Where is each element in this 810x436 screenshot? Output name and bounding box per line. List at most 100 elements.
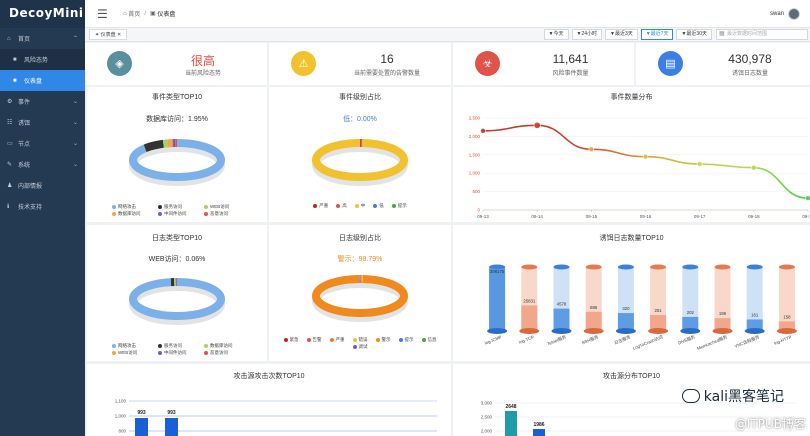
panel-title: 事件数量分布 xyxy=(610,94,653,101)
panel-title: 事件级别占比 xyxy=(339,94,381,101)
x-tick-label: 09-16 xyxy=(640,214,652,219)
legend-item[interactable]: 服务访问 xyxy=(158,204,196,210)
legend-item[interactable]: 提示 xyxy=(391,203,407,209)
filter-30d-button[interactable]: ▼最近30天 xyxy=(676,29,712,40)
legend-item[interactable]: 紧急 xyxy=(283,337,299,343)
legend-swatch xyxy=(313,204,318,208)
donut-center-label: 警示：98.79% xyxy=(337,256,383,263)
legend-item[interactable]: 中间件访问 xyxy=(158,211,196,217)
sidebar-item-system[interactable]: ✎ 系统 ⌄ xyxy=(0,154,85,175)
legend-item[interactable]: WEB访问 xyxy=(204,204,242,210)
donut-chart xyxy=(128,139,225,186)
sidebar-item-label: 仪表盘 xyxy=(24,79,43,85)
legend-swatch xyxy=(375,338,380,342)
legend-label: 服务访问 xyxy=(164,204,182,209)
breadcrumb-current: 仪表盘 xyxy=(157,12,176,18)
line-point xyxy=(805,195,810,202)
legend-item[interactable]: 严重 xyxy=(329,337,345,343)
panel-log-type: 日志类型TOP10 WEB访问：0.06% 网络攻击 服务访问 数据库访问 WEB访问… xyxy=(87,225,267,361)
chart-legend: 网络攻击 服务访问 WEB访问数据库访问 中间件访问 恶意访问 xyxy=(87,204,267,218)
legend-item[interactable]: 中 xyxy=(354,203,365,209)
wechat-icon xyxy=(681,389,700,403)
bar-base xyxy=(648,328,669,334)
sidebar-item-risk[interactable]: ■ 风险态势 xyxy=(0,49,85,70)
bar xyxy=(135,418,148,436)
stat-card-risk[interactable]: ◈ 很高 当前风险态势 xyxy=(85,43,267,85)
tab-bar: ✦ 仪表盘 ✕ ▼今天 ▼24小时 ▼最近3天 ▼最近7天 ▼最近30天 ▦ 最… xyxy=(85,28,810,42)
intel-icon: ♟ xyxy=(7,183,13,189)
panel-title: 日志类型TOP10 xyxy=(151,235,203,242)
bar-value-label: 320 xyxy=(622,306,630,311)
legend-item[interactable]: 严重 xyxy=(313,203,328,209)
stat-label: 当前需要处置的告警数量 xyxy=(353,71,420,77)
bar-value-label: 4578 xyxy=(557,302,567,307)
x-tick-label: 09-14 xyxy=(531,214,543,219)
legend-label: 数据库访问 xyxy=(118,211,141,216)
legend-item[interactable]: 数据库访问 xyxy=(204,343,242,349)
legend-swatch xyxy=(112,205,116,209)
legend-item[interactable]: 网络攻击 xyxy=(112,204,150,210)
legend-item[interactable]: 低 xyxy=(373,203,384,209)
stat-card-alert[interactable]: ⚠ 16 当前需要处置的告警数量 xyxy=(269,43,451,85)
bar-base xyxy=(712,328,733,334)
legend-label: 提示 xyxy=(397,203,407,208)
legend-item[interactable]: 信息 xyxy=(421,337,437,343)
app-logo[interactable]: DecoyMini xyxy=(0,0,85,28)
legend-swatch xyxy=(352,338,357,342)
watermark-text: kali黑客笔记 xyxy=(703,389,784,405)
menu-toggle-icon[interactable]: ☰ xyxy=(97,7,111,21)
sidebar-item-node[interactable]: ▭ 节点 ⌄ xyxy=(0,133,85,154)
sidebar-item-label: 首页 xyxy=(18,37,31,43)
bar-chart: 1,100 1,000 800 993 993 xyxy=(115,399,437,436)
user-menu[interactable]: swan xyxy=(770,8,800,20)
dashboard-icon: ▣ xyxy=(149,11,158,17)
x-tick-label: LogToCrash访问 xyxy=(632,333,664,351)
x-tick-label: 日志服务 xyxy=(613,333,632,346)
sidebar-item-dashboard[interactable]: ■ 仪表盘 xyxy=(0,70,85,91)
x-tick-label: SSH服务 xyxy=(581,333,600,346)
legend-item[interactable]: 高 xyxy=(336,203,347,209)
legend-item[interactable]: 服务访问 xyxy=(158,343,196,349)
sidebar-item-event[interactable]: ⚙ 事件 ⌄ xyxy=(0,91,85,112)
legend-item[interactable]: 恶意访问 xyxy=(204,211,242,217)
filter-24h-button[interactable]: ▼24小时 xyxy=(571,29,603,40)
sidebar-item-decoy[interactable]: ☷ 诱饵 ⌄ xyxy=(0,112,85,133)
filter-7d-button[interactable]: ▼最近7天 xyxy=(640,29,674,40)
legend-item[interactable]: 错误 xyxy=(352,337,368,343)
sidebar-item-intel[interactable]: ♟ 内部情报 xyxy=(0,175,85,196)
watermark-sub: @ITPUB博客 xyxy=(734,417,806,431)
stat-card-log[interactable]: ▤ 430,978 诱饵日志数量 xyxy=(636,43,810,85)
legend-swatch xyxy=(391,204,396,208)
tab-dashboard[interactable]: ✦ 仪表盘 ✕ xyxy=(89,29,128,40)
legend-item[interactable]: 提示 xyxy=(398,337,414,343)
legend-item[interactable]: 调试 xyxy=(352,344,368,350)
sidebar-item-label: 风险态势 xyxy=(24,58,49,64)
filter-3d-button[interactable]: ▼最近3天 xyxy=(605,29,638,40)
x-tick-label: log-TCP xyxy=(518,334,535,345)
legend-item[interactable]: WEB访问 xyxy=(112,350,150,356)
panel-decoy-log: 诱饵日志数量TOP10 398175 log-ICMP 25831 log-TCP 45… xyxy=(453,225,810,361)
legend-swatch xyxy=(354,204,359,208)
avatar[interactable] xyxy=(788,8,800,20)
top-header: ☰ ⌂ 首页 / ▣ 仪表盘 swan xyxy=(85,0,810,28)
bar-value-label: 251 xyxy=(655,308,663,313)
legend-item[interactable]: 中间件访问 xyxy=(158,350,196,356)
legend-item[interactable]: 恶意访问 xyxy=(204,350,242,356)
sidebar-item-home[interactable]: ⌂ 首页 ⌃ xyxy=(0,28,85,49)
legend-item[interactable]: 网络攻击 xyxy=(112,343,150,349)
line-point xyxy=(751,164,757,171)
date-range-input[interactable]: ▦ 最近数据时间范围 xyxy=(716,29,808,40)
stat-value: 11,641 xyxy=(552,52,589,66)
stat-value: 16 xyxy=(380,52,394,66)
filter-today-button[interactable]: ▼今天 xyxy=(543,29,569,40)
stat-card-event[interactable]: ☣ 11,641 风险事件数量 xyxy=(453,43,634,85)
x-tick-label: VNC远程服务 xyxy=(733,333,761,350)
breadcrumb-home[interactable]: 首页 xyxy=(128,9,140,18)
sidebar-item-tech[interactable]: ℹ 技术支持 xyxy=(0,196,85,217)
log-icon: ▤ xyxy=(658,51,683,76)
legend-item[interactable]: 数据库访问 xyxy=(112,211,150,217)
x-tick-label: log-HTTP xyxy=(773,334,792,346)
legend-item[interactable]: 警示 xyxy=(375,337,391,343)
bar-cap xyxy=(521,264,538,270)
legend-item[interactable]: 告警 xyxy=(306,337,322,343)
